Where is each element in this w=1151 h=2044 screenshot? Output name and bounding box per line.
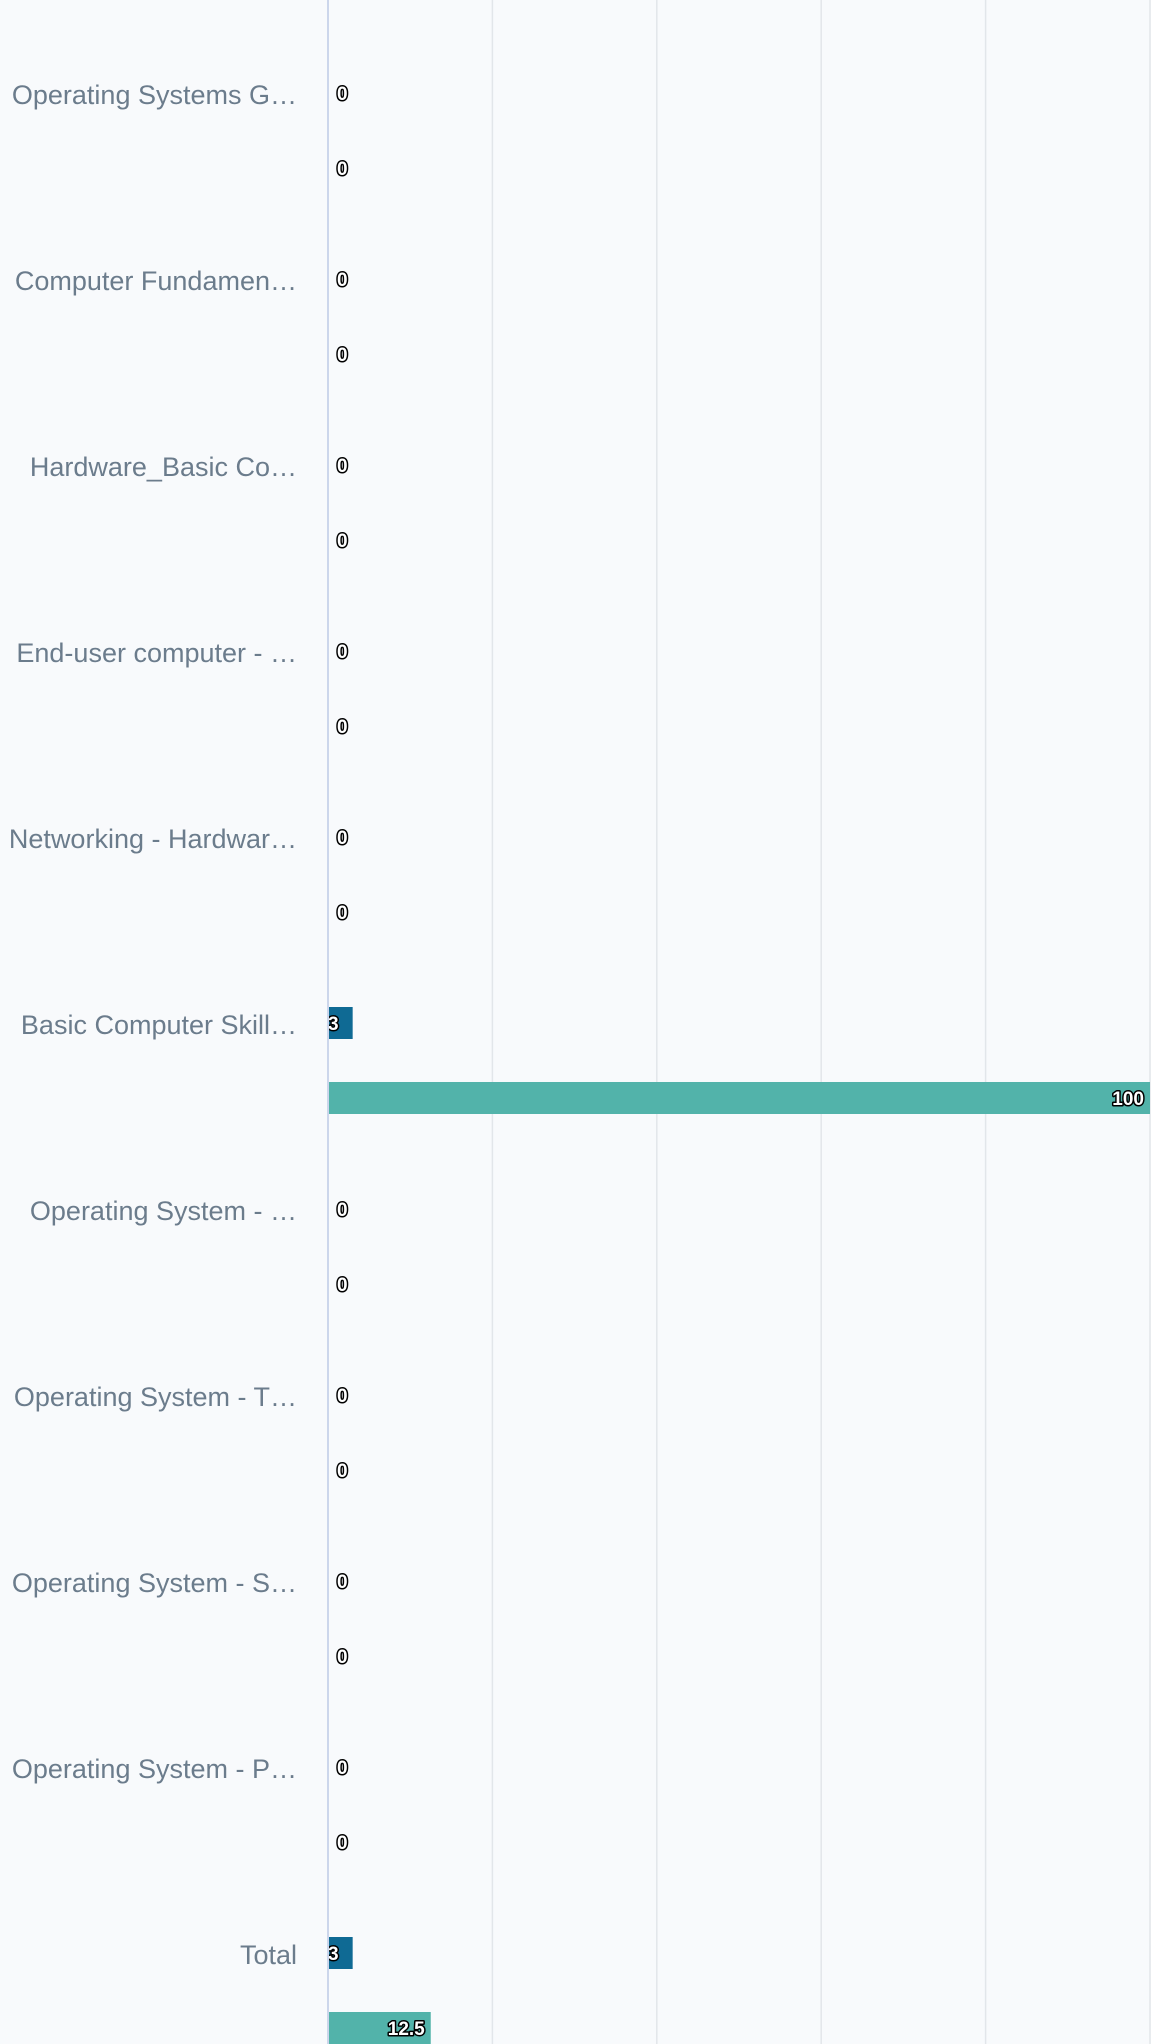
category-label: Computer Fundamen…: [15, 266, 297, 296]
category-label: Operating System - T…: [14, 1382, 297, 1412]
data-label: 0: [337, 84, 348, 105]
data-label: 0: [337, 159, 348, 180]
data-label: 0: [337, 531, 348, 552]
data-label: 0: [337, 903, 348, 924]
data-label: 0: [337, 1461, 348, 1482]
bars: [328, 1007, 1150, 2044]
data-label: 0: [337, 642, 348, 663]
category-label: End-user computer - …: [16, 638, 297, 668]
data-label: 0: [337, 1386, 348, 1407]
category-label: Operating System - …: [30, 1196, 297, 1226]
data-label: 0: [337, 1275, 348, 1296]
data-label: 0: [337, 1200, 348, 1221]
category-label: Networking - Hardwar…: [9, 824, 297, 854]
data-label: 0: [337, 717, 348, 738]
data-label: 0: [337, 270, 348, 291]
gridlines: [491, 0, 1151, 2044]
data-label: 0: [337, 1833, 348, 1854]
category-label: Operating System - P…: [12, 1754, 297, 1784]
data-label: 0: [337, 1758, 348, 1779]
category-label: Total: [240, 1940, 297, 1970]
category-label: Hardware_Basic Co…: [30, 452, 297, 482]
data-label: 0: [337, 1647, 348, 1668]
bar-chart: 0 0 0 0 0 0 0 0 0 0 3 100 0 0 0 0 0 0 0 0 3 12.5 Operating Sy…: [9, 0, 1151, 2044]
value-labels: 0 0 0 0 0 0 0 0 0 0 3 100 0 0 0 0 0 0 0 0 3 12.5: [327, 83, 1146, 2042]
data-label: 0: [337, 828, 348, 849]
category-label: Basic Computer Skill…: [21, 1010, 297, 1040]
data-label: 3: [328, 1944, 339, 1965]
data-label: 0: [337, 1572, 348, 1593]
data-label: 100: [1112, 1089, 1144, 1110]
data-label: 12.5: [388, 2019, 425, 2040]
data-label: 3: [328, 1014, 339, 1035]
bar: [328, 1082, 1150, 1114]
category-labels: Operating Systems G… Computer Fundamen… Ha…: [9, 80, 297, 1970]
data-label: 0: [337, 345, 348, 366]
category-label: Operating Systems G…: [12, 80, 297, 110]
category-label: Operating System - S…: [12, 1568, 297, 1598]
data-label: 0: [337, 456, 348, 477]
